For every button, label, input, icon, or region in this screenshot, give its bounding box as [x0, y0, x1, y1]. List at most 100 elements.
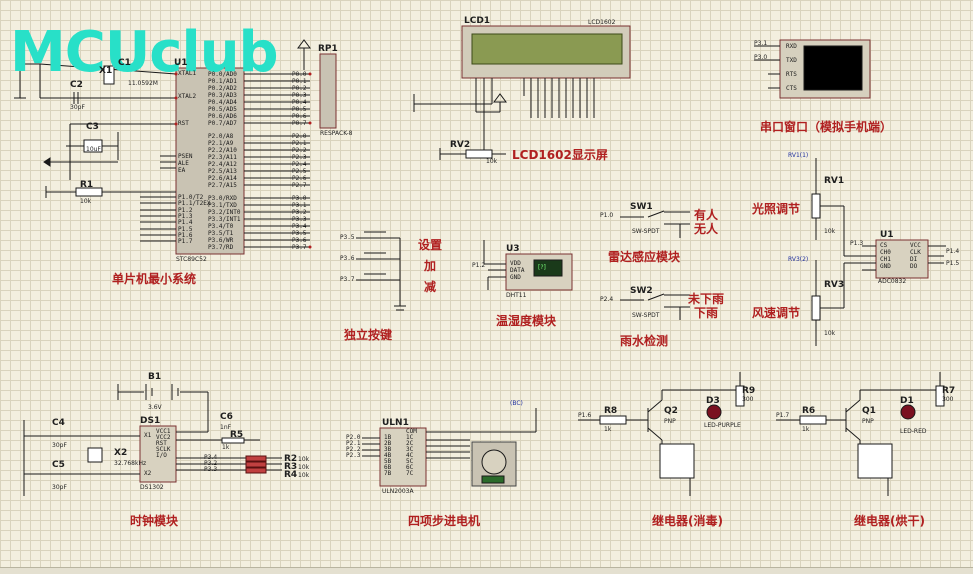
adc-left-pin-1: CH0 [880, 249, 891, 256]
mcu-net-13: P2.5 [292, 168, 307, 175]
mcu-right-pin-14: P2.6/A14 [208, 175, 237, 182]
lcd-part: LCD1602 [588, 19, 616, 26]
q1-part: PNP [862, 418, 874, 425]
schematic-canvas[interactable]: MCUclub U1 C1 X1 11.0592M C2 30pF C3 10u… [0, 0, 973, 574]
r7-ref: R7 [942, 386, 956, 396]
mcu-net-20: P3.4 [292, 223, 307, 230]
b1-ref: B1 [148, 372, 162, 382]
rv3-ref: RV3 [824, 280, 845, 290]
mcu-net-5: P0.5 [292, 106, 307, 113]
serial-terminal-screen [803, 45, 863, 91]
mcu-right-pin-8: P2.0/A8 [208, 133, 234, 140]
c4-value: 30pF [52, 442, 67, 449]
key-sub-label: 减 [424, 280, 437, 294]
ds-left-pin-1: X2 [144, 470, 152, 477]
mcu-net-21: P3.5 [292, 230, 307, 237]
uln-ref: ULN1 [382, 418, 409, 428]
mcu-part: STC89C52 [176, 256, 207, 263]
mcu-left-pin-3: PSEN [178, 153, 193, 160]
d1-part: LED-RED [900, 428, 927, 435]
dht-pin-1: DATA [510, 267, 525, 274]
uln-net-3: P2.3 [346, 452, 361, 459]
sw2-part: SW-SPDT [632, 312, 660, 319]
title-radar: 雷达感应模块 [608, 250, 681, 264]
mcu-right-pin-11: P2.3/A11 [208, 154, 237, 161]
key-net-1: P3.6 [340, 255, 355, 262]
serial-pin-0: RXD [786, 43, 797, 50]
sw1-ref: SW1 [630, 202, 653, 212]
mcu-net-19: P3.3 [292, 216, 307, 223]
c3-value: 10uF [86, 146, 101, 153]
c3-ref: C3 [86, 122, 99, 132]
title-keys: 独立按键 [344, 328, 393, 342]
net-p13: P1.3 [850, 240, 864, 247]
r4-ref: R4 [284, 470, 298, 480]
x2-ref: X2 [114, 448, 128, 458]
title-lcd: LCD1602显示屏 [512, 148, 608, 162]
net-p12: P1.2 [472, 262, 486, 269]
d1-ref: D1 [900, 396, 914, 406]
mcu-right-pin-10: P2.2/A10 [208, 147, 237, 154]
rp1-part: RESPACK-8 [320, 130, 353, 137]
mcu-right-pin-0: P0.0/AD0 [208, 71, 237, 78]
mcu-net-4: P0.4 [292, 99, 307, 106]
dht-part: DHT11 [506, 292, 527, 299]
r3-value: 10k [298, 464, 310, 471]
net-p10: P1.0 [600, 212, 614, 219]
mcu-right-pin-22: P3.6/WR [208, 237, 234, 244]
key-net-2: P3.7 [340, 276, 355, 283]
b1-value: 3.6V [148, 404, 162, 411]
serial-pin-1: TXD [786, 57, 797, 64]
rv1-probe: RV1(1) [788, 152, 809, 159]
mcu-right-pin-7: P0.7/AD7 [208, 120, 237, 127]
r5-value: 1k [222, 444, 230, 451]
x1-ref: X1 [99, 66, 113, 76]
mcu-right-pin-1: P0.1/AD1 [208, 78, 237, 85]
title-light: 光照调节 [752, 202, 801, 216]
rv3-value: 10k [824, 330, 836, 337]
mcu-net-1: P0.1 [292, 78, 307, 85]
c5-value: 30pF [52, 484, 67, 491]
adc-left-pin-2: CH1 [880, 256, 891, 263]
rv1-value: 10k [824, 228, 836, 235]
mcu-net-18: P3.2 [292, 209, 307, 216]
net-p24: P2.4 [600, 296, 614, 303]
mcu-right-pin-13: P2.5/A13 [208, 168, 237, 175]
adc-right-pin-1: CLK [910, 249, 921, 256]
title-mcu: 单片机最小系统 [112, 272, 197, 286]
rv2-ref: RV2 [450, 140, 471, 150]
mcu-right-pin-21: P3.5/T1 [208, 230, 234, 237]
uln-left-pin-6: 7B [384, 470, 392, 477]
mcu-right-pin-23: P3.7/RD [208, 244, 234, 251]
d3-part: LED-PURPLE [704, 422, 741, 429]
mcu-net-14: P2.6 [292, 175, 307, 182]
r8-value: 1k [604, 426, 612, 433]
net-p14: P1.4 [946, 248, 960, 255]
r6-value: 1k [802, 426, 810, 433]
c4-ref: C4 [52, 418, 65, 428]
title-temp: 温湿度模块 [496, 314, 557, 328]
serial-pin-3: CTS [786, 85, 797, 92]
q2-part: PNP [664, 418, 676, 425]
mcu-net-3: P0.3 [292, 92, 307, 99]
mcu-ref: U1 [174, 58, 188, 68]
mcu-right-pin-18: P3.2/INT0 [208, 209, 241, 216]
adc-left-pin-0: CS [880, 242, 888, 249]
probe-bc: (BC) [510, 400, 523, 407]
c6-ref: C6 [220, 412, 233, 422]
mcu-net-2: P0.2 [292, 85, 307, 92]
mcu-right-pin-20: P3.4/T0 [208, 223, 234, 230]
adc-right-pin-0: VCC [910, 242, 921, 249]
c5-ref: C5 [52, 460, 65, 470]
mcu-right-pin-17: P3.1/TXD [208, 202, 237, 209]
key-add-label: 加 [424, 259, 437, 273]
mcu-net-0: P0.0 [292, 71, 307, 78]
mcu-left-pin-4: ALE [178, 160, 189, 167]
adc-part: ADC0832 [878, 278, 907, 285]
ds-right-pin-4: I/O [156, 452, 167, 459]
net-p30: P3.0 [754, 54, 768, 61]
ds-part: DS1302 [140, 484, 164, 491]
mcu-net-9: P2.1 [292, 140, 307, 147]
mcu-net-8: P2.0 [292, 133, 307, 140]
uln-right-pin-7: 7C [406, 470, 414, 477]
